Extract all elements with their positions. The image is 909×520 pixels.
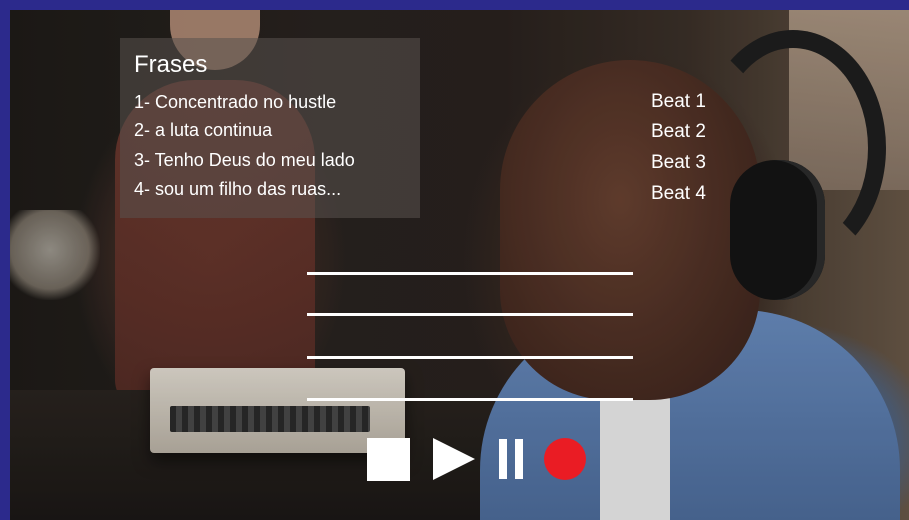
panel-title: Frases — [134, 51, 208, 78]
record-button[interactable] — [543, 436, 587, 482]
singer-shirt — [480, 310, 900, 520]
lamp — [10, 210, 100, 300]
beat-item-2[interactable]: Beat 2 — [651, 122, 706, 142]
phrase-item-2[interactable]: 2- a luta continua — [134, 120, 272, 140]
stop-icon — [366, 437, 410, 481]
track-line-3 — [307, 356, 633, 359]
play-icon — [433, 438, 475, 480]
beat-item-3[interactable]: Beat 3 — [651, 153, 706, 173]
track-line-4 — [307, 398, 633, 401]
phrase-item-4[interactable]: 4- sou um filho das ruas... — [134, 179, 341, 199]
transport-controls — [365, 436, 605, 482]
track-line-1 — [307, 272, 633, 275]
headphones-icon — [730, 160, 825, 300]
pause-icon — [499, 439, 523, 479]
singer-tshirt — [600, 380, 670, 520]
beat-item-1[interactable]: Beat 1 — [651, 92, 706, 112]
phrase-item-3[interactable]: 3- Tenho Deus do meu lado — [134, 150, 355, 170]
singer-face — [500, 60, 760, 400]
play-button[interactable] — [431, 436, 477, 482]
record-icon — [544, 438, 586, 480]
background-wall — [789, 10, 909, 190]
headphones-band — [700, 30, 886, 266]
stop-button[interactable] — [365, 436, 411, 482]
phrase-item-1[interactable]: 1- Concentrado no hustle — [134, 92, 336, 112]
pause-button[interactable] — [497, 436, 525, 482]
beat-item-4[interactable]: Beat 4 — [651, 184, 706, 204]
track-line-2 — [307, 313, 633, 316]
